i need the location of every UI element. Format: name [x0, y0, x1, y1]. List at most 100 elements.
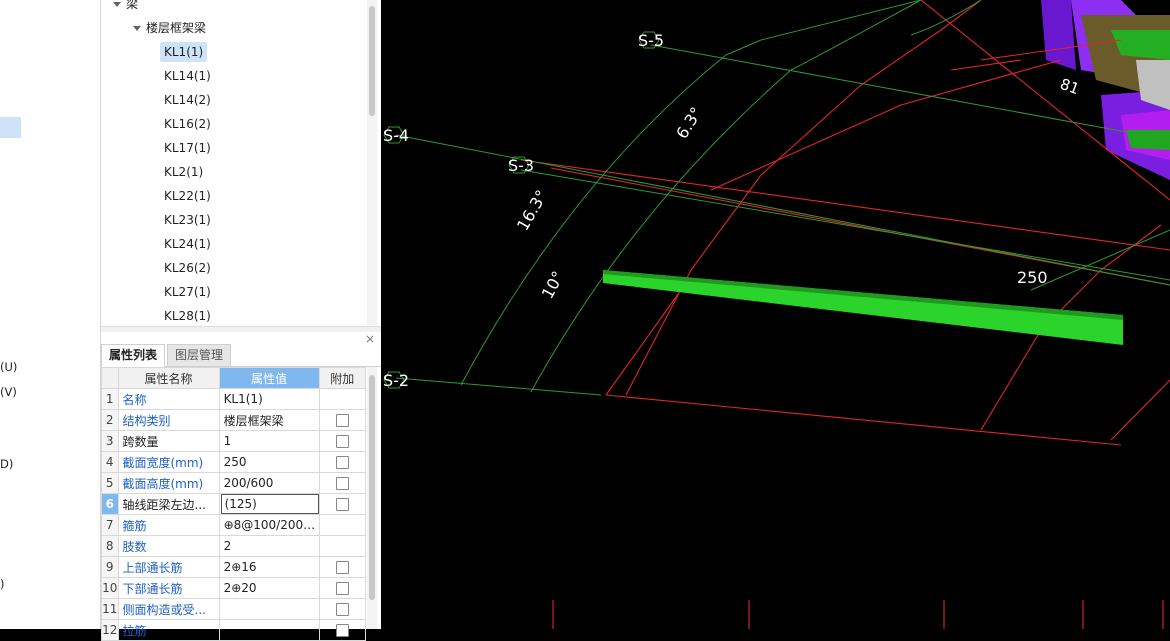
tree-item[interactable]: KL27(1): [160, 282, 215, 302]
angle-label: 6.3°: [672, 104, 706, 142]
property-name: 下部通长筋: [117, 577, 220, 599]
tree-scrollbar[interactable]: [367, 0, 377, 326]
extra-checkbox[interactable]: [335, 414, 349, 427]
property-value[interactable]: KL1(1): [218, 388, 320, 410]
tree-item[interactable]: KL1(1): [160, 42, 208, 62]
property-row[interactable]: 8 肢数 2: [101, 535, 367, 557]
viewport-canvas[interactable]: S-5 S-4 S-3 S-2 6.3° 16.3° 10° 250 81: [381, 0, 1170, 629]
header-value: 属性值: [218, 367, 320, 389]
tree-item[interactable]: KL23(1): [160, 210, 215, 230]
property-value[interactable]: 2⊕20: [218, 577, 320, 599]
property-row[interactable]: 12 拉筋: [101, 619, 367, 641]
row-number: 6: [101, 493, 119, 515]
property-row[interactable]: 2 结构类别 楼层框架梁: [101, 409, 367, 431]
tree-node-root[interactable]: 梁: [113, 0, 138, 14]
tree-item[interactable]: KL14(2): [160, 90, 215, 110]
angle-label: 10°: [538, 268, 568, 302]
tree-item[interactable]: KL2(1): [160, 162, 207, 182]
property-row[interactable]: 3 跨数量 1: [101, 430, 367, 452]
row-number: 11: [101, 598, 119, 620]
extra-cell: [318, 514, 367, 536]
chevron-down-icon[interactable]: [113, 2, 121, 7]
property-panel: × 属性列表 图层管理 属性名称 属性值 附加 1 名称 KL1(1) 2 结构类别 楼层…: [101, 332, 381, 641]
row-number: 5: [101, 472, 119, 494]
left-strip: (U) (V) D) ): [0, 0, 101, 629]
property-scrollbar[interactable]: [367, 367, 377, 629]
extra-checkbox[interactable]: [335, 603, 349, 616]
row-number: 7: [101, 514, 119, 536]
left-strip-selection[interactable]: [0, 117, 21, 138]
chevron-down-icon[interactable]: [133, 26, 141, 31]
property-name: 截面高度(mm): [117, 472, 220, 494]
extra-cell: [318, 451, 367, 473]
tree-scrollbar-thumb[interactable]: [369, 6, 375, 116]
extra-cell: [318, 409, 367, 431]
drawing-viewport[interactable]: S-5 S-4 S-3 S-2 6.3° 16.3° 10° 250 81: [381, 0, 1170, 629]
extra-checkbox[interactable]: [335, 456, 349, 469]
property-row[interactable]: 11 侧面构造或受...: [101, 598, 367, 620]
extra-checkbox[interactable]: [335, 435, 349, 448]
property-name: 跨数量: [117, 430, 220, 452]
property-value[interactable]: ⊕8@100/200(2): [218, 514, 320, 536]
extra-checkbox[interactable]: [335, 624, 349, 637]
left-strip-label: D): [0, 457, 14, 471]
extra-cell: [318, 556, 367, 578]
left-strip-label: (U): [0, 360, 18, 374]
property-row[interactable]: 6 轴线距梁左边... (125): [101, 493, 367, 515]
extra-cell: [318, 535, 367, 557]
component-tree: 梁 楼层框架梁 KL1(1) KL14(1) KL14(2) KL16(2) KL17(…: [101, 0, 381, 326]
extra-cell: [318, 388, 367, 410]
property-name: 名称: [117, 388, 220, 410]
property-value[interactable]: 楼层框架梁: [218, 409, 320, 431]
property-value[interactable]: (125): [218, 493, 320, 515]
property-name: 轴线距梁左边...: [117, 493, 220, 515]
row-number: 2: [101, 409, 119, 431]
property-value[interactable]: 1: [218, 430, 320, 452]
property-row[interactable]: 1 名称 KL1(1): [101, 388, 367, 410]
row-number: 4: [101, 451, 119, 473]
tree-item[interactable]: KL28(1): [160, 306, 215, 326]
tab-property-list[interactable]: 属性列表: [101, 344, 166, 367]
property-value[interactable]: [218, 598, 320, 620]
property-row[interactable]: 10 下部通长筋 2⊕20: [101, 577, 367, 599]
extra-cell: [318, 598, 367, 620]
left-strip-label: ): [0, 577, 5, 591]
property-row[interactable]: 4 截面宽度(mm) 250: [101, 451, 367, 473]
tree-node-label: 楼层框架梁: [146, 21, 207, 35]
extra-cell: [318, 472, 367, 494]
extra-checkbox[interactable]: [335, 582, 349, 595]
property-name: 结构类别: [117, 409, 220, 431]
row-number: 9: [101, 556, 119, 578]
tree-node-label: 梁: [126, 0, 139, 11]
tree-item[interactable]: KL26(2): [160, 258, 215, 278]
property-value[interactable]: 2: [218, 535, 320, 557]
tab-layer-manage[interactable]: 图层管理: [167, 344, 232, 366]
property-value[interactable]: 2⊕16: [218, 556, 320, 578]
extra-checkbox[interactable]: [335, 498, 349, 511]
tree-item[interactable]: KL16(2): [160, 114, 215, 134]
property-value[interactable]: 250: [218, 451, 320, 473]
tree-item[interactable]: KL17(1): [160, 138, 215, 158]
tree-item[interactable]: KL14(1): [160, 66, 215, 86]
extra-checkbox[interactable]: [335, 561, 349, 574]
row-number: 10: [101, 577, 119, 599]
property-value-editor[interactable]: (125): [220, 494, 319, 514]
tree-item[interactable]: KL22(1): [160, 186, 215, 206]
property-row[interactable]: 7 箍筋 ⊕8@100/200(2): [101, 514, 367, 536]
property-row[interactable]: 5 截面高度(mm) 200/600: [101, 472, 367, 494]
property-scrollbar-thumb[interactable]: [369, 375, 375, 600]
property-value[interactable]: [218, 619, 320, 641]
extra-cell: [318, 577, 367, 599]
extra-checkbox[interactable]: [335, 477, 349, 490]
axis-label: S-5: [638, 31, 664, 50]
property-value[interactable]: 200/600: [218, 472, 320, 494]
property-name: 截面宽度(mm): [117, 451, 220, 473]
extra-cell: [318, 430, 367, 452]
corner-label: 81: [1058, 75, 1082, 98]
row-number: 3: [101, 430, 119, 452]
tree-node-group[interactable]: 楼层框架梁: [133, 18, 206, 38]
tree-item[interactable]: KL24(1): [160, 234, 215, 254]
row-number: 1: [101, 388, 119, 410]
angle-label: 16.3°: [513, 187, 551, 234]
property-row[interactable]: 9 上部通长筋 2⊕16: [101, 556, 367, 578]
